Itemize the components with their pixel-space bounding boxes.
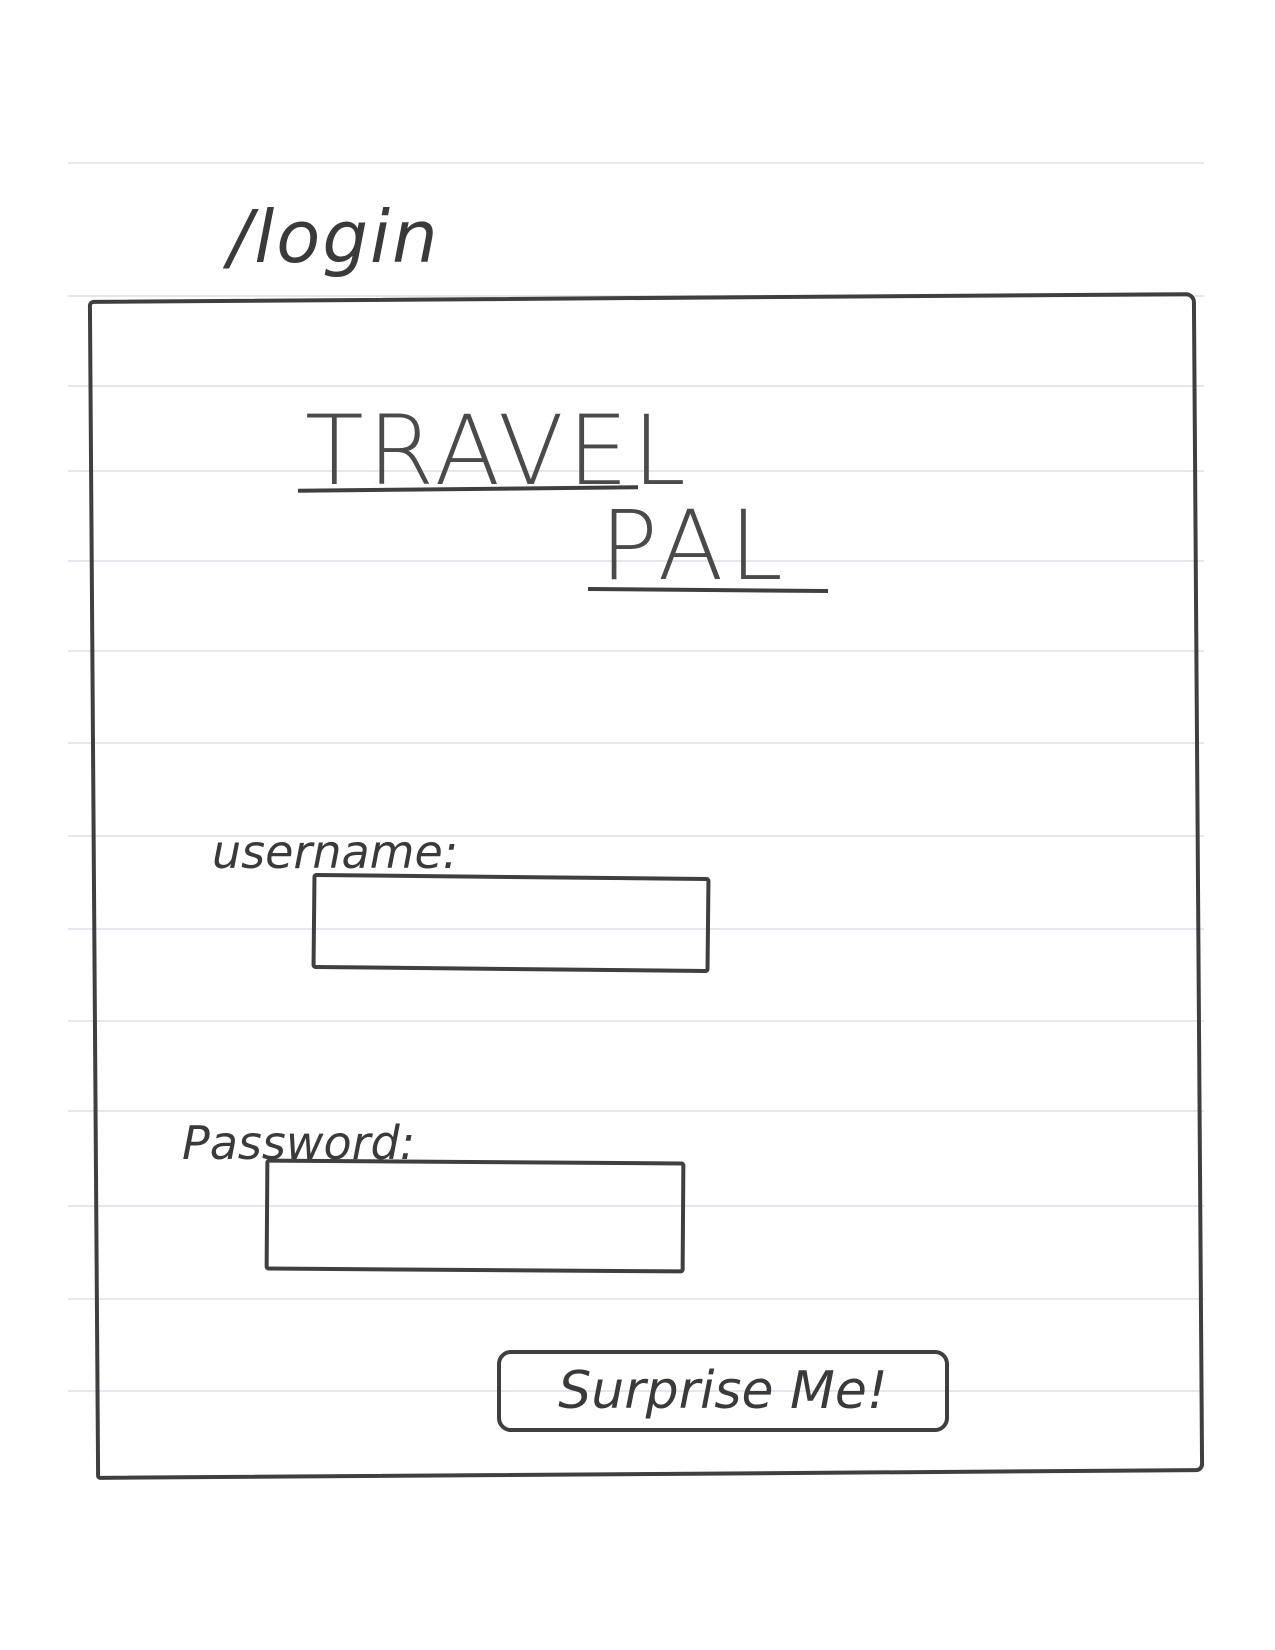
password-input[interactable]	[264, 1158, 686, 1274]
username-input[interactable]	[311, 872, 711, 974]
username-label: username:	[212, 825, 459, 879]
route-path: /login	[228, 195, 440, 279]
surprise-me-button[interactable]: Surprise Me!	[497, 1350, 949, 1432]
app-title-line2: PAL	[600, 490, 789, 602]
paper-line	[68, 162, 1204, 164]
